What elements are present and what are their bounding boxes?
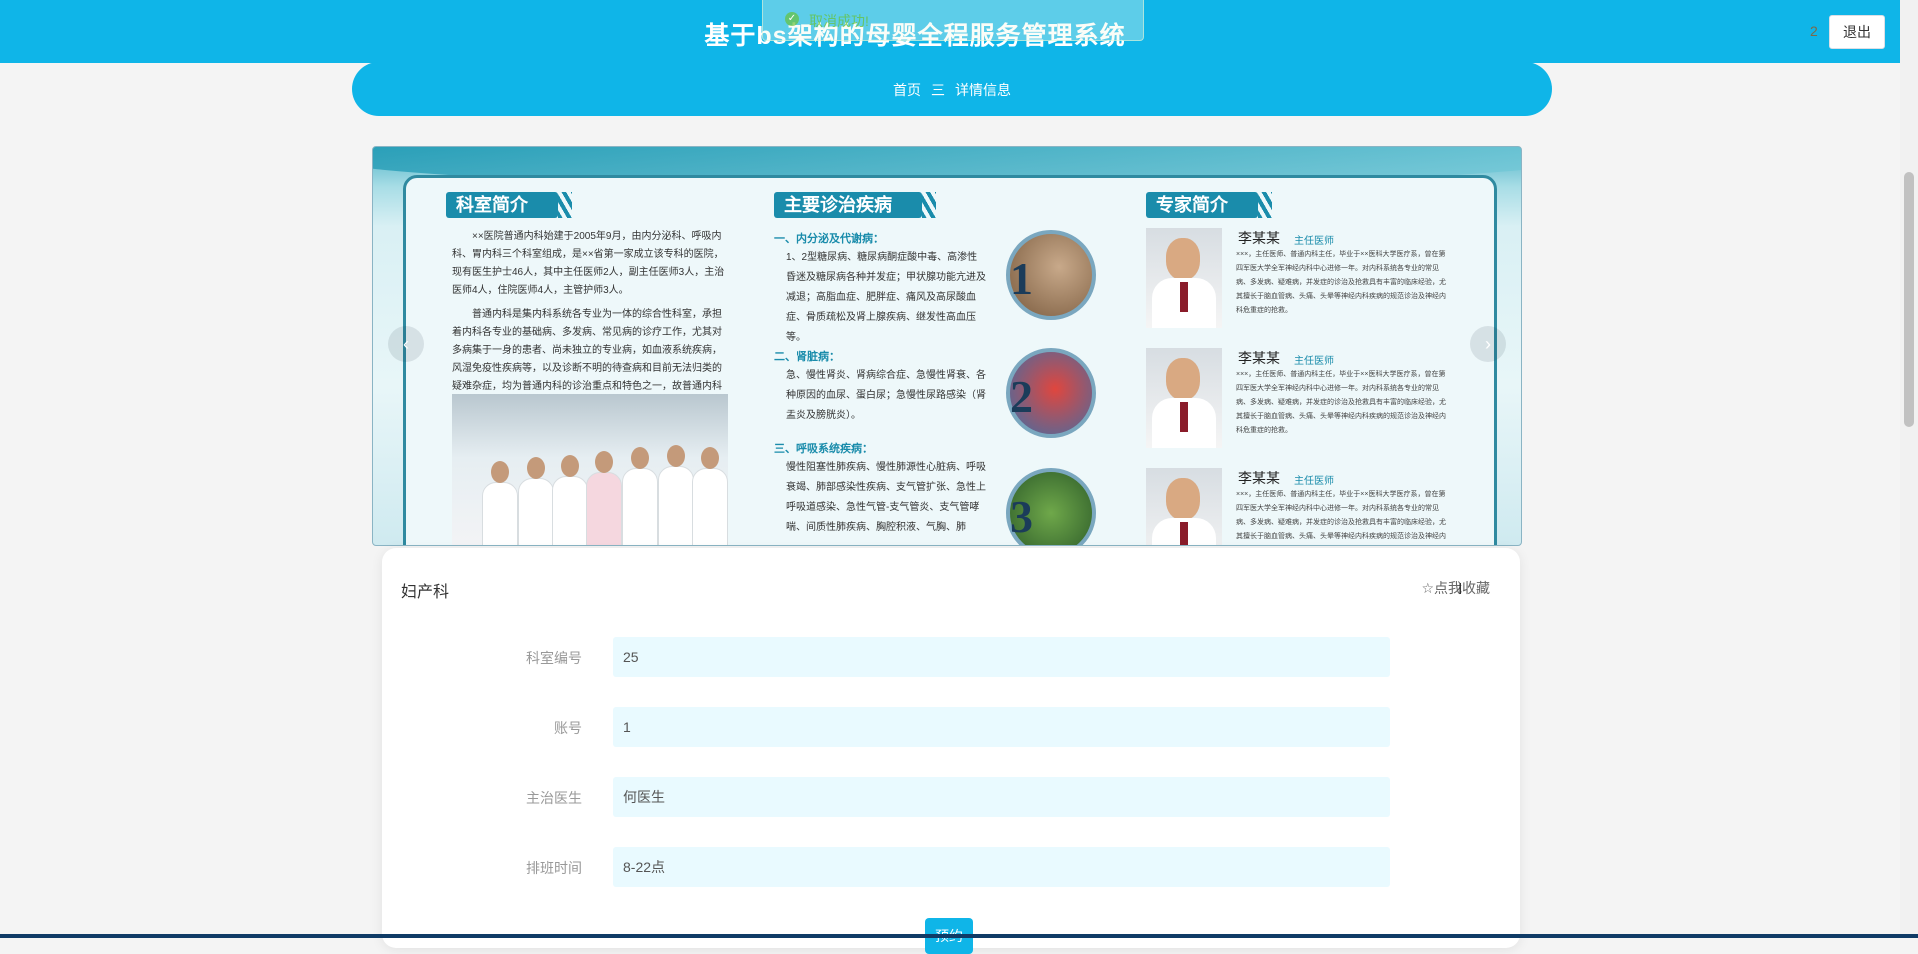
scrollbar-thumb[interactable] — [1904, 172, 1914, 427]
bottom-edge — [0, 934, 1918, 938]
circle-number-1: 1 — [1010, 253, 1033, 304]
page-scrollbar[interactable] — [1900, 0, 1918, 938]
circle-number-3: 3 — [1010, 491, 1033, 542]
dept-id-field[interactable]: 25 — [613, 637, 1390, 677]
field-label: 账号 — [554, 720, 582, 736]
staff-group-photo — [452, 394, 728, 545]
circle-image-endocrine: 1 — [1006, 230, 1096, 320]
disease1-text: 1、2型糖尿病、糖尿病酮症酸中毒、高渗性昏迷及糖尿病各种并发症；甲状腺功能亢进及… — [786, 252, 986, 343]
form-row-schedule: 排班时间 8-22点 — [382, 847, 1520, 887]
form-row-doctor: 主治医生 何医生 — [382, 777, 1520, 817]
logout-button[interactable]: 退出 — [1829, 15, 1885, 49]
breadcrumb-bar: 首页三详情信息 — [352, 62, 1552, 116]
disease3-text: 慢性阻塞性肺疾病、慢性肺源性心脏病、呼吸衰竭、肺部感染性疾病、支气管扩张、急性上… — [786, 462, 986, 533]
expert-bio: ×××，主任医师、普通内科主任，毕业于××医科大学医疗系，曾在第四军医大学全军神… — [1236, 251, 1446, 314]
staff-figure — [552, 455, 588, 545]
expert-bio: ×××，主任医师、普通内科主任，毕业于××医科大学医疗系，曾在第四军医大学全军神… — [1236, 371, 1446, 434]
poster-heading-intro: 科室简介 — [446, 192, 572, 218]
expert-photo — [1146, 348, 1222, 448]
expert-name: 李某某 — [1238, 470, 1280, 486]
schedule-field[interactable]: 8-22点 — [613, 847, 1390, 887]
expert-bio: ×××，主任医师、普通内科主任，毕业于××医科大学医疗系，曾在第四军医大学全军神… — [1236, 491, 1446, 540]
form-row-dept-id: 科室编号 25 — [382, 637, 1520, 677]
field-label: 主治医生 — [526, 790, 582, 806]
breadcrumb-separator: 三 — [931, 82, 945, 98]
doctor-field[interactable]: 何医生 — [613, 777, 1390, 817]
toast-message: 取消成功! — [809, 13, 869, 29]
department-name: 妇产科 — [401, 584, 450, 601]
expert-name: 李某某 — [1238, 350, 1280, 366]
expert-name: 李某某 — [1238, 230, 1280, 246]
staff-figure — [482, 461, 518, 545]
text-cursor-icon: I — [1458, 581, 1463, 598]
banner-carousel[interactable]: 科室简介 ××医院普通内科始建于2005年9月，由内分泌科、呼吸内科、胃内科三个… — [372, 146, 1522, 546]
account-field[interactable]: 1 — [613, 707, 1390, 747]
staff-figure — [586, 451, 622, 545]
staff-figure — [658, 445, 694, 545]
disease2-text: 急、慢性肾炎、肾病综合症、急慢性肾衰、各种原因的血尿、蛋白尿；急慢性尿路感染（肾… — [786, 370, 986, 421]
success-check-icon: ✓ — [785, 12, 799, 26]
field-label: 排班时间 — [526, 860, 582, 876]
breadcrumb: 首页三详情信息 — [352, 80, 1552, 100]
breadcrumb-current: 详情信息 — [955, 82, 1011, 98]
field-label: 科室编号 — [526, 650, 582, 666]
circle-image-lung: 3 — [1006, 468, 1096, 545]
disease2-title: 二、肾脏病： — [774, 351, 840, 363]
poster-intro-para1: ××医院普通内科始建于2005年9月，由内分泌科、呼吸内科、胃内科三个科室组成，… — [452, 231, 725, 296]
circle-image-kidney: 2 — [1006, 348, 1096, 438]
department-poster: 科室简介 ××医院普通内科始建于2005年9月，由内分泌科、呼吸内科、胃内科三个… — [403, 175, 1497, 545]
carousel-next-arrow-icon[interactable]: › — [1470, 326, 1506, 362]
staff-figure — [622, 447, 658, 545]
expert-photo — [1146, 468, 1222, 545]
user-badge: 2 — [1810, 23, 1818, 39]
poster-heading-experts: 专家简介 — [1146, 192, 1272, 218]
circle-number-2: 2 — [1010, 371, 1033, 422]
disease3-title: 三、呼吸系统疾病： — [774, 443, 873, 455]
staff-figure — [518, 457, 554, 545]
success-toast: ✓ 取消成功! — [762, 0, 1144, 41]
carousel-prev-arrow-icon[interactable]: ‹ — [388, 326, 424, 362]
breadcrumb-home[interactable]: 首页 — [893, 82, 921, 98]
favorite-button[interactable]: ☆点我收藏 — [1421, 578, 1490, 598]
staff-figure — [692, 447, 728, 545]
poster-intro-text: ××医院普通内科始建于2005年9月，由内分泌科、呼吸内科、胃内科三个科室组成，… — [452, 228, 728, 420]
form-row-account: 账号 1 — [382, 707, 1520, 747]
poster-heading-diseases: 主要诊治疾病 — [774, 192, 936, 218]
expert-photo — [1146, 228, 1222, 328]
detail-card: 妇产科 ☆点我收藏 科室编号 25 账号 1 主治医生 何医生 排班时间 8-2… — [382, 548, 1520, 954]
disease1-title: 一、内分泌及代谢病： — [774, 233, 884, 245]
expert-title: 主任医师 — [1294, 476, 1334, 487]
expert-title: 主任医师 — [1294, 236, 1334, 247]
expert-title: 主任医师 — [1294, 356, 1334, 367]
